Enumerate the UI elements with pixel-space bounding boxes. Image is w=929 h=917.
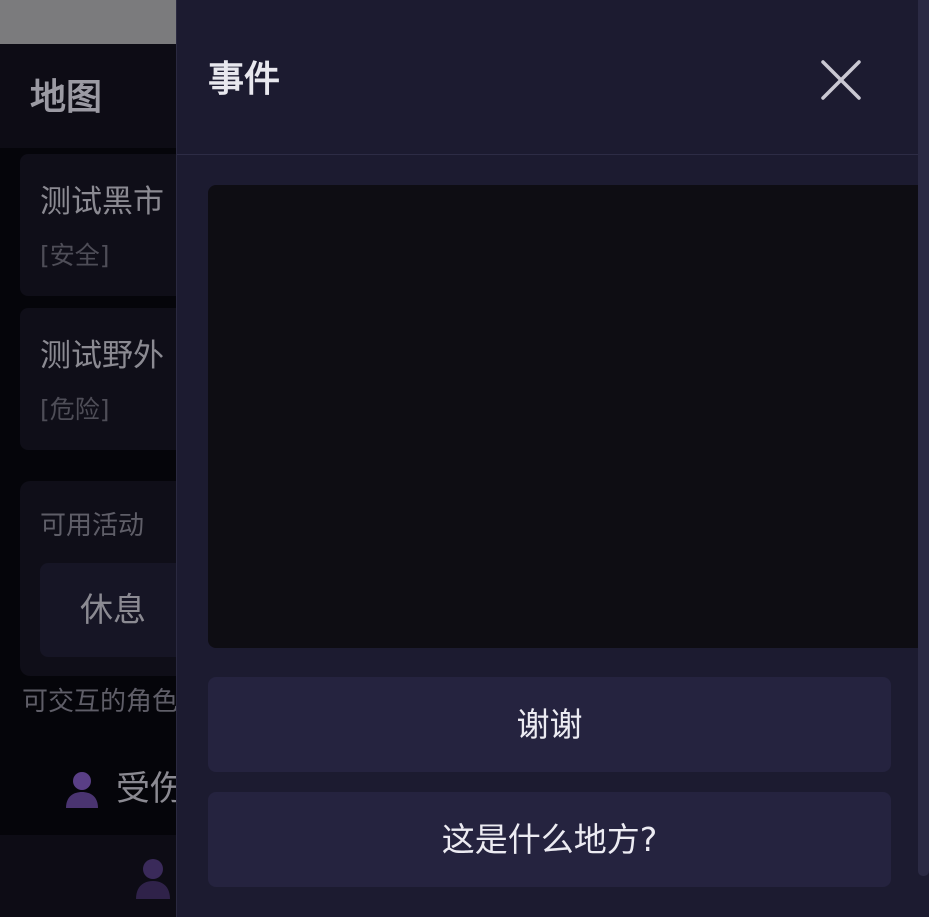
activity-label: 休息 [80,590,146,629]
choice-button-where[interactable]: 这是什么地方? [208,792,891,887]
person-icon[interactable] [134,857,172,899]
scrollbar[interactable] [918,0,929,876]
close-button[interactable] [813,52,869,108]
person-icon [66,772,98,808]
close-icon [821,60,861,100]
choice-label: 谢谢 [516,705,583,744]
npc-name: 受伤 [116,769,184,809]
location-name: 测试黑市 [40,184,164,220]
location-name: 测试野外 [40,338,164,374]
location-status: [危险] [40,395,110,424]
app-root: 地图 测试黑市 [安全] 测试野外 [危险] 可用活动 休息 可交互的角色 受伤 [0,0,929,917]
choice-button-thanks[interactable]: 谢谢 [208,677,891,772]
location-status: [安全] [40,241,110,270]
npc-section-heading: 可交互的角色 [22,687,179,717]
activities-label: 可用活动 [40,511,145,541]
page-title: 地图 [30,77,103,118]
dialog-title: 事件 [208,59,281,100]
choice-label: 这是什么地方? [441,820,658,859]
event-dialog: 事件 谢谢 这是什么地方? [176,0,929,917]
dialog-header: 事件 [177,0,929,155]
event-content [208,185,929,648]
